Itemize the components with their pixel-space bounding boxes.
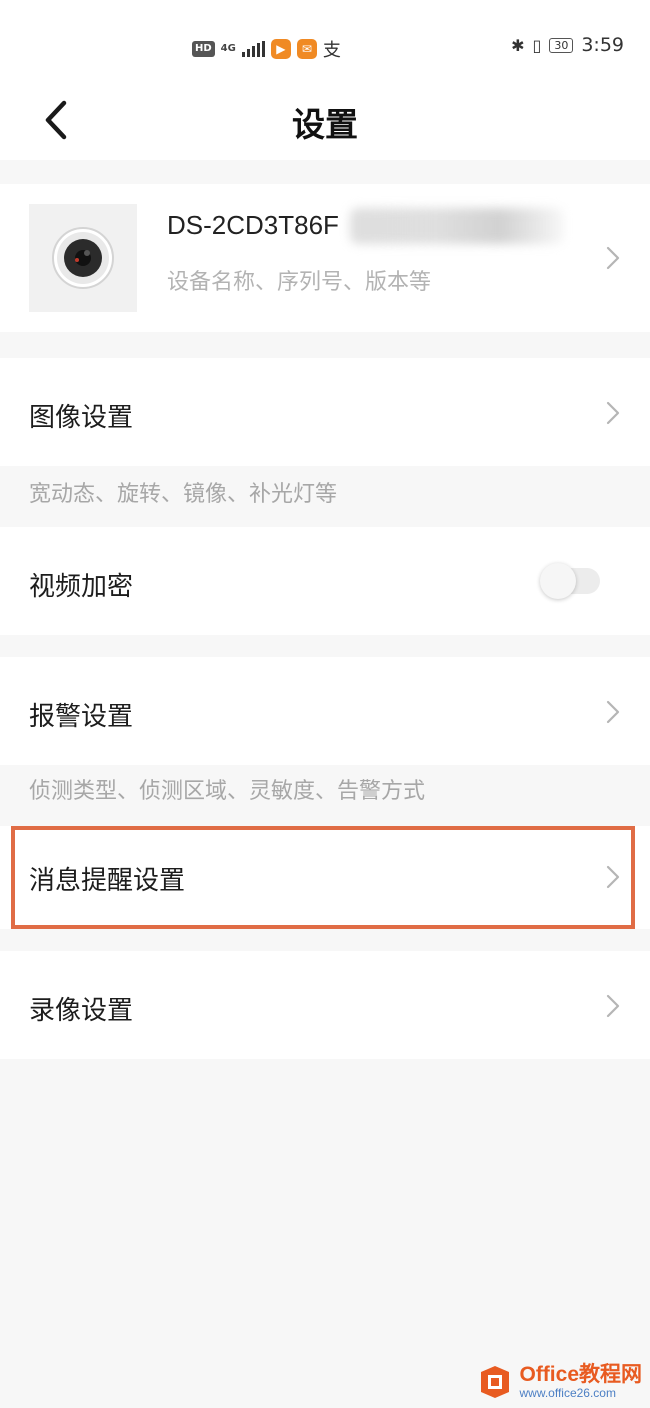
page-title: 设置 (292, 105, 358, 144)
status-right: ✱ ▯ 30 3:59 (511, 34, 624, 56)
watermark-text: Office教程网 www.office26.com (519, 1363, 642, 1401)
device-info-row[interactable]: DS-2CD3T86F 设备名称、序列号、版本等 (0, 184, 650, 332)
recording-settings-row[interactable]: 录像设置 (0, 951, 650, 1059)
device-thumbnail (29, 204, 137, 312)
chevron-right-icon (606, 401, 620, 425)
office-logo-icon (481, 1366, 510, 1398)
signal-icon (241, 41, 265, 57)
status-left: HD 4G ▶ ✉ 支 (192, 36, 341, 62)
camera-icon (52, 227, 114, 289)
status-bar: HD 4G ▶ ✉ 支 ✱ ▯ 30 3:59 (0, 0, 650, 80)
watermark-url: www.office26.com (519, 1386, 616, 1400)
bluetooth-icon: ✱ (511, 35, 525, 55)
network-type: 4G (220, 43, 236, 54)
status-time: 3:59 (581, 34, 624, 56)
battery-icon: 30 (549, 37, 574, 53)
device-subtitle: 设备名称、序列号、版本等 (167, 270, 432, 295)
video-encryption-label: 视频加密 (29, 572, 134, 602)
image-settings-row[interactable]: 图像设置 (0, 358, 650, 466)
header: 设置 (0, 80, 650, 160)
hd-badge: HD (192, 41, 215, 57)
watermark-brand: Office教程网 (519, 1363, 642, 1386)
toggle-knob (540, 563, 576, 599)
chevron-right-icon (606, 865, 620, 889)
video-encryption-row: 视频加密 (0, 527, 650, 635)
device-name: DS-2CD3T86F (167, 210, 339, 240)
alarm-settings-description: 侦测类型、侦测区域、灵敏度、告警方式 (29, 779, 426, 804)
recording-settings-label: 录像设置 (29, 996, 134, 1026)
image-settings-label: 图像设置 (29, 403, 134, 433)
alarm-settings-label: 报警设置 (29, 702, 134, 732)
vibrate-icon: ▯ (532, 35, 542, 55)
message-reminder-settings-row[interactable]: 消息提醒设置 (0, 826, 650, 929)
app-notification-icon: ▶ (270, 39, 291, 59)
app-notification-icon: ✉ (296, 39, 317, 59)
chevron-right-icon (606, 994, 620, 1018)
alipay-icon: 支 (322, 40, 341, 61)
redacted-serial (350, 208, 564, 244)
image-settings-description: 宽动态、旋转、镜像、补光灯等 (29, 482, 338, 507)
alarm-settings-row[interactable]: 报警设置 (0, 657, 650, 765)
message-reminder-settings-label: 消息提醒设置 (29, 866, 186, 896)
watermark: Office教程网 www.office26.com (477, 1364, 642, 1400)
video-encryption-toggle[interactable] (540, 563, 600, 599)
chevron-right-icon (606, 246, 620, 270)
chevron-right-icon (606, 700, 620, 724)
